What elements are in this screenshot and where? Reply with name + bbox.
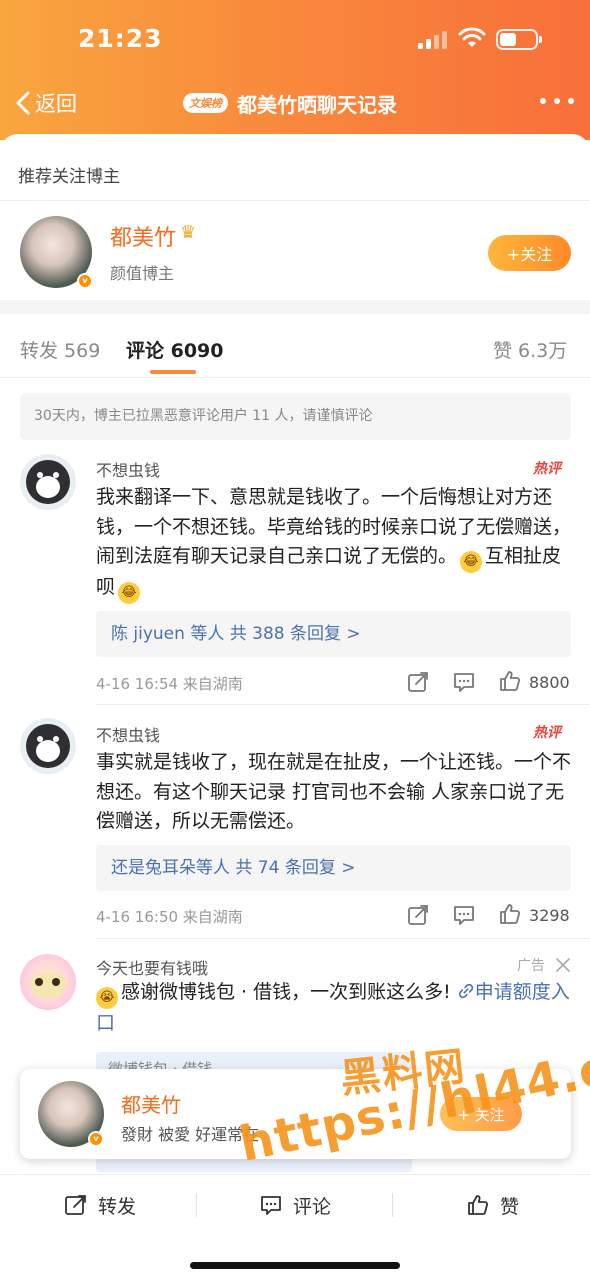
tab-repost[interactable]: 转发 569 <box>20 336 100 363</box>
ad-text: 😭 感谢微博钱包 · 借钱，一次到账这么多! 申请额度入口 <box>96 978 576 1039</box>
verified-badge-icon: v <box>77 273 93 289</box>
blogger-desc: 颜值博主 <box>110 264 175 283</box>
comment-username[interactable]: 不想虫钱 <box>96 722 160 746</box>
bottom-repost-label: 转发 <box>98 1195 137 1218</box>
divider <box>0 200 590 201</box>
battery-icon <box>496 29 542 50</box>
comment-text: 事实就是钱收了，现在就是在扯皮，一个让还钱。一个不想还。有这个聊天记录 打官司也… <box>96 751 572 832</box>
header: 21:23 返回 文娱榜 都美竹晒聊天记录 <box>0 0 590 140</box>
hot-comment-badge: 热评 <box>533 725 561 741</box>
follow-button[interactable]: +关注 <box>488 235 571 271</box>
like-count: 8800 <box>529 673 570 692</box>
tab-underline <box>150 370 196 374</box>
back-button[interactable]: 返回 <box>14 85 77 121</box>
wifi-icon <box>458 27 486 47</box>
bottom-like-button[interactable]: 赞 <box>466 1191 519 1219</box>
ad-avatar[interactable] <box>20 954 76 1010</box>
floating-name[interactable]: 都美竹 <box>121 1089 181 1118</box>
like-icon[interactable] <box>498 902 522 926</box>
bottom-comment-label: 评论 <box>293 1195 332 1218</box>
crown-icon: ♛ <box>180 222 197 243</box>
recommend-label: 推荐关注博主 <box>18 167 120 187</box>
like-icon[interactable] <box>498 669 522 693</box>
divider <box>96 704 590 705</box>
tab-comments[interactable]: 评论 6090 <box>126 336 224 363</box>
blogger-name[interactable]: 都美竹 <box>110 220 176 252</box>
more-icon[interactable] <box>540 98 574 108</box>
home-indicator[interactable] <box>190 1262 400 1269</box>
verified-badge-icon: v <box>88 1131 104 1147</box>
comment-meta: 4-16 16:50 来自湖南 <box>96 908 243 926</box>
separator <box>392 1193 393 1217</box>
comment-text: 我来翻译一下、意思就是钱收了。一个后悔想让对方还钱，一个不想还钱。毕竟给钱的时候… <box>96 483 576 604</box>
tab-bar: 转发 569 评论 6090 赞 6.3万 <box>0 328 590 374</box>
like-icon <box>468 1195 489 1215</box>
comment-avatar[interactable] <box>20 718 76 774</box>
comment-meta: 4-16 16:54 来自湖南 <box>96 675 243 693</box>
bottom-comment-button[interactable]: 评论 <box>259 1191 331 1219</box>
close-icon[interactable] <box>555 957 571 973</box>
back-label: 返回 <box>35 92 77 116</box>
tab-likes[interactable]: 赞 6.3万 <box>493 336 567 363</box>
comment-icon[interactable] <box>452 903 476 927</box>
repost-icon[interactable] <box>406 670 430 694</box>
link-icon <box>458 983 473 999</box>
page-title-text: 都美竹晒聊天记录 <box>237 92 397 117</box>
hot-comment-badge: 热评 <box>533 461 561 477</box>
comment-icon[interactable] <box>452 670 476 694</box>
status-time: 21:23 <box>78 24 163 53</box>
replies-link[interactable]: 还是兔耳朵等人 共 74 条回复 > <box>96 845 571 891</box>
divider <box>0 377 590 378</box>
chevron-left-icon <box>16 91 30 115</box>
ad-text-body: 感谢微博钱包 · 借钱，一次到账这么多! <box>121 981 451 1003</box>
ad-label: 广告 <box>517 958 545 974</box>
page-title: 文娱榜 都美竹晒聊天记录 <box>183 88 397 118</box>
comment-avatar[interactable] <box>20 454 76 510</box>
topic-tag: 文娱榜 <box>183 93 228 113</box>
notice-banner: 30天内，博主已拉黑恶意评论用户 11 人，请谨慎评论 <box>20 393 571 440</box>
nav-bar: 返回 文娱榜 都美竹晒聊天记录 <box>0 80 590 130</box>
repost-icon[interactable] <box>406 903 430 927</box>
repost-icon <box>65 1195 86 1215</box>
comment-icon <box>261 1196 281 1215</box>
crying-laugh-emoji-icon: 😂 <box>460 551 483 573</box>
divider <box>96 938 590 939</box>
ad-username[interactable]: 今天也要有钱哦 <box>96 955 208 979</box>
bottom-repost-button[interactable]: 转发 <box>64 1191 136 1219</box>
separator <box>196 1193 197 1217</box>
crying-laugh-emoji-icon: 😂 <box>118 582 141 604</box>
signal-icon <box>418 31 450 49</box>
crying-emoji-icon: 😭 <box>96 987 118 1009</box>
like-count: 3298 <box>529 906 570 925</box>
status-bar: 21:23 <box>0 0 590 80</box>
bottom-like-label: 赞 <box>500 1195 520 1218</box>
section-gap <box>0 300 590 314</box>
replies-link[interactable]: 陈 jiyuen 等人 共 388 条回复 > <box>96 611 571 657</box>
comment-username[interactable]: 不想虫钱 <box>96 457 160 481</box>
